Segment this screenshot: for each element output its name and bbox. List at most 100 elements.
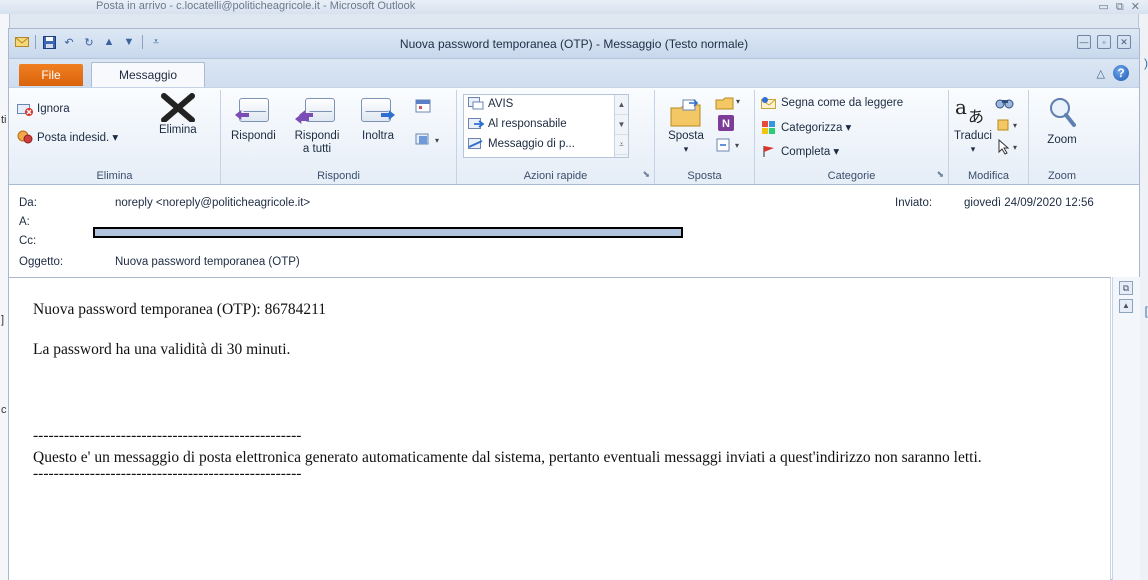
completa-button[interactable]: Completa ▾ [761, 144, 839, 158]
ignore-conversation-icon [17, 104, 33, 116]
help-icon[interactable]: ? [1113, 65, 1129, 81]
traduci-label: Traduci [954, 130, 992, 142]
onenote-icon[interactable]: N [717, 114, 735, 132]
group-modifica: aあ Traduci ▾ ▾ ▾ Modifica [949, 90, 1029, 184]
reply-icon [235, 98, 269, 124]
split-handle-icon[interactable]: ⧉ [1119, 281, 1133, 295]
actions-icon[interactable]: ▾ [715, 136, 745, 154]
svg-text:a: a [955, 96, 967, 119]
segna-come-da-leggere-button[interactable]: Segna come da leggere [761, 96, 903, 110]
rules-icon[interactable]: ▾ [715, 94, 745, 112]
categorizza-button[interactable]: Categorizza ▾ [761, 120, 851, 134]
background-title-bar: Posta in arrivo - c.locatelli@politichea… [0, 0, 1148, 14]
separator-line: ----------------------------------------… [33, 427, 302, 444]
ribbon-tabs: File Messaggio △ ? [9, 59, 1139, 88]
subject-value: Nuova password temporanea (OTP) [115, 256, 300, 268]
ignora-button[interactable]: Ignora [17, 102, 70, 116]
delete-x-icon [160, 93, 195, 122]
message-header: Da: noreply <noreply@politicheagricole.i… [9, 186, 1139, 276]
group-label-elimina: Elimina [96, 170, 133, 182]
dialog-launcher-icon[interactable]: ⬊ [642, 169, 650, 180]
svg-text:あ: あ [968, 107, 984, 126]
rispondi-a-tutti-label-line2: a tutti [302, 143, 332, 155]
quick-step-label: Al responsabile [488, 117, 567, 130]
group-rispondi: Rispondi Rispondi a tutti Inoltra ▾ Risp… [221, 90, 457, 184]
message-text: Nuova password temporanea (OTP): 8678421… [33, 300, 1093, 481]
scroll-down-icon[interactable]: ▼ [615, 115, 628, 135]
rispondi-a-tutti-button[interactable]: Rispondi a tutti [287, 96, 347, 158]
translate-icon: aあ [955, 96, 984, 126]
group-categorie: Segna come da leggere Categorizza ▾ Comp… [755, 90, 949, 184]
message-body[interactable]: Nuova password temporanea (OTP): 8678421… [9, 277, 1111, 580]
tab-file[interactable]: File [19, 64, 83, 86]
svg-text:▾: ▾ [735, 141, 739, 150]
elimina-button[interactable]: Elimina [159, 92, 197, 136]
right-edge-char: ) [1144, 56, 1148, 70]
quick-step-messaggio[interactable]: Messaggio di p... [468, 137, 575, 150]
inoltra-button[interactable]: Inoltra [355, 96, 401, 154]
subject-label: Oggetto: [19, 256, 64, 268]
rispondi-button[interactable]: Rispondi [231, 96, 276, 154]
background-title: Posta in arrivo - c.locatelli@politichea… [96, 0, 416, 12]
select-cursor-icon[interactable]: ▾ [995, 138, 1025, 156]
forward-icon [361, 98, 395, 124]
close-icon[interactable]: ✕ [1117, 35, 1131, 49]
left-edge-char: ] [1, 314, 5, 326]
window-controls: — ▫ ✕ [1077, 35, 1131, 49]
more-respond-options: ▾ [409, 96, 449, 156]
sposta-label: Sposta [668, 130, 704, 142]
meeting-icon[interactable] [415, 98, 431, 114]
related-icon[interactable]: ▾ [995, 116, 1025, 134]
right-edge-char: [ [1144, 304, 1148, 318]
quick-step-label: AVIS [488, 97, 514, 110]
elimina-button-label: Elimina [159, 124, 197, 136]
magnifier-icon [1050, 98, 1076, 127]
move-folder-icon [670, 99, 701, 127]
window-title: Nuova password temporanea (OTP) - Messag… [399, 37, 749, 51]
quick-steps-gallery: AVIS Al responsabile Messaggio di p... ▲… [463, 94, 629, 158]
restore-icon[interactable]: ▫ [1097, 35, 1111, 49]
ribbon: Ignora Posta indesid. ▾ Elimina Elimina … [9, 87, 1139, 185]
vertical-scrollbar[interactable]: ⧉ ▲ [1112, 277, 1140, 580]
scroll-up-icon[interactable]: ▲ [1119, 299, 1133, 313]
sent-value: giovedì 24/09/2020 12:56 [964, 197, 1094, 209]
find-icon[interactable] [995, 94, 1015, 112]
collapse-ribbon-icon[interactable]: △ [1097, 67, 1105, 80]
dialog-launcher-icon[interactable]: ⬊ [936, 169, 944, 180]
cc-label: Cc: [19, 235, 37, 247]
from-value[interactable]: noreply <noreply@politicheagricole.it> [115, 197, 310, 209]
sposta-dropdown-arrow: ▾ [683, 144, 689, 154]
redacted-recipient [93, 227, 683, 238]
more-respond-icon[interactable]: ▾ [415, 132, 445, 148]
reply-all-icon [295, 98, 335, 124]
traduci-button[interactable]: aあ Traduci ▾ [953, 94, 993, 158]
scroll-up-icon[interactable]: ▲ [615, 95, 628, 115]
sposta-button[interactable]: Sposta ▾ [663, 96, 709, 156]
minimize-icon[interactable]: — [1077, 35, 1091, 49]
group-elimina: Ignora Posta indesid. ▾ Elimina Elimina [9, 90, 221, 184]
quick-step-label: Messaggio di p... [488, 137, 575, 150]
svg-text:▾: ▾ [736, 97, 740, 106]
zoom-button[interactable]: Zoom [1039, 94, 1085, 154]
svg-text:N: N [722, 118, 730, 130]
svg-text:▾: ▾ [435, 136, 439, 145]
background-window-controls[interactable]: ▭ ⧉ ✕ [1098, 0, 1142, 14]
left-edge-char: c [1, 404, 7, 416]
from-label: Da: [19, 197, 37, 209]
quick-step-icon [468, 97, 484, 110]
rispondi-a-tutti-label-line1: Rispondi [294, 130, 340, 142]
quick-step-al-responsabile[interactable]: Al responsabile [468, 117, 567, 130]
inoltra-label: Inoltra [362, 130, 394, 142]
categorize-icon [762, 121, 775, 134]
tab-messaggio[interactable]: Messaggio [91, 62, 205, 88]
posta-indesiderata-button[interactable]: Posta indesid. ▾ [17, 130, 118, 144]
validity-line: La password ha una validità di 30 minuti… [33, 341, 291, 358]
quick-step-avis[interactable]: AVIS [468, 97, 513, 110]
expand-gallery-icon[interactable]: ⩡ [615, 135, 628, 155]
ribbon-right-controls: △ ? [1097, 65, 1129, 81]
message-window: ↶ ↻ ▲ ▼ ⩡ Nuova password temporanea (OTP… [8, 28, 1140, 580]
completa-label: Completa ▾ [781, 146, 840, 158]
segna-come-da-leggere-label: Segna come da leggere [781, 97, 904, 109]
quick-steps-scrollbar[interactable]: ▲ ▼ ⩡ [614, 95, 628, 157]
posta-indesiderata-label: Posta indesid. ▾ [37, 132, 119, 144]
